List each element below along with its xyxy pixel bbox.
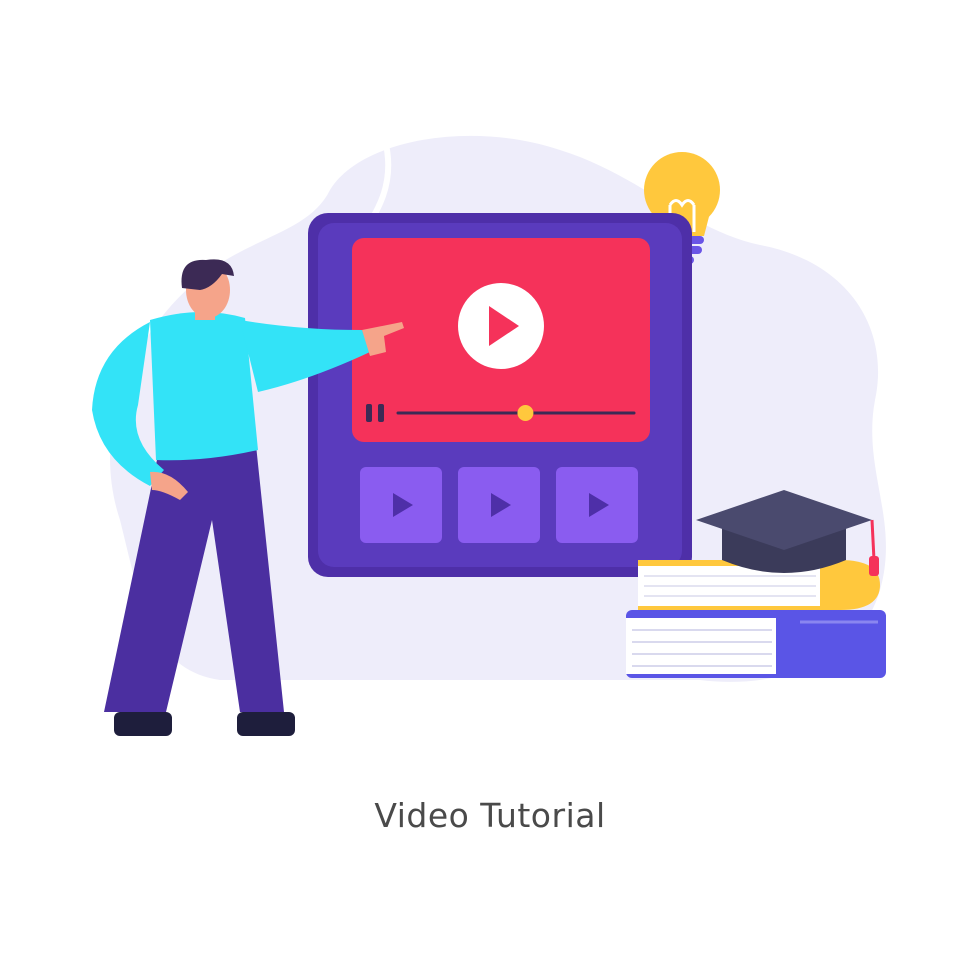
shoe — [114, 712, 172, 736]
caption: Video Tutorial — [374, 796, 606, 835]
progress-knob[interactable] — [517, 405, 534, 421]
thumbnail-button[interactable] — [360, 467, 442, 543]
books-icon — [626, 560, 886, 678]
shoe — [237, 712, 295, 736]
thumbnail-button[interactable] — [458, 467, 540, 543]
play-icon[interactable] — [458, 283, 544, 369]
thumbnail-button[interactable] — [556, 467, 638, 543]
